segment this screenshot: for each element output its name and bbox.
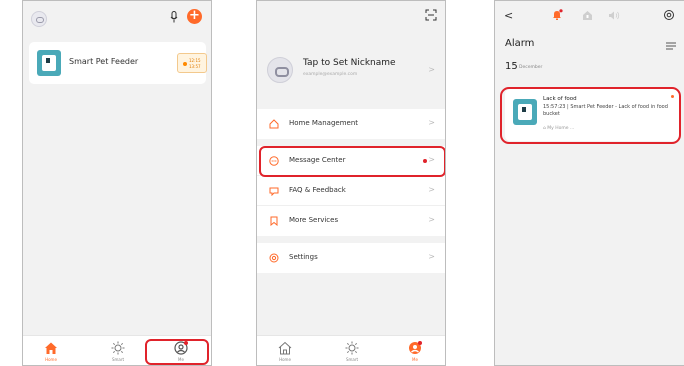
date-day: 15: [505, 61, 518, 72]
chevron-right-icon: >: [428, 215, 435, 224]
tab-home-label: Home: [279, 357, 291, 362]
top-bar: <: [495, 1, 684, 33]
bell-icon[interactable]: [551, 9, 563, 21]
back-icon[interactable]: <: [504, 9, 513, 22]
menu-label: FAQ & Feedback: [289, 186, 346, 194]
pet-feeder-icon: [37, 50, 61, 76]
menu-group-home: Home Management >: [257, 109, 445, 139]
tab-home[interactable]: Home: [31, 336, 71, 365]
profile-section[interactable]: Tap to Set Nickname example@example.com …: [257, 41, 445, 97]
chevron-right-icon: >: [428, 185, 435, 194]
menu-item-faq-feedback[interactable]: FAQ & Feedback >: [257, 176, 445, 206]
date-month: December: [519, 65, 543, 70]
microphone-icon[interactable]: [170, 11, 178, 23]
tab-smart[interactable]: Smart: [332, 336, 372, 365]
device-status-badge[interactable]: 12:15 13:57: [177, 53, 207, 73]
feedback-icon: [269, 187, 279, 196]
menu-item-settings[interactable]: Settings >: [257, 243, 445, 273]
avatar[interactable]: [267, 57, 293, 83]
home-screen: + Smart Pet Feeder 12:15 13:57 Home Smar…: [22, 0, 212, 366]
add-device-icon[interactable]: +: [187, 9, 202, 24]
tab-me[interactable]: Me: [395, 336, 435, 365]
email: example@example.com: [303, 72, 358, 77]
menu-label: Home Management: [289, 119, 359, 127]
menu-label: More Services: [289, 216, 339, 224]
speaker-icon[interactable]: [608, 10, 620, 21]
tab-bar: Home Smart Me: [257, 335, 445, 365]
house-icon: [269, 119, 279, 129]
chevron-right-icon: >: [428, 118, 435, 127]
device-card[interactable]: Smart Pet Feeder 12:15 13:57: [29, 42, 207, 84]
top-bar: +: [23, 1, 211, 33]
chevron-right-icon: >: [428, 252, 435, 261]
highlight-box: [145, 339, 209, 365]
menu-group-settings: Settings >: [257, 243, 445, 273]
tab-smart-label: Smart: [111, 357, 125, 362]
me-screen: Tap to Set Nickname example@example.com …: [256, 0, 446, 366]
home-icon: [278, 341, 292, 355]
menu-item-home-management[interactable]: Home Management >: [257, 109, 445, 139]
home-icon: [45, 342, 57, 354]
tab-smart[interactable]: Smart: [98, 336, 138, 365]
menu-label: Settings: [289, 253, 318, 261]
highlight-box: [500, 87, 681, 144]
settings-icon[interactable]: [663, 9, 675, 21]
highlight-box: [259, 146, 445, 177]
tab-home-label: Home: [45, 357, 57, 362]
avatar-icon[interactable]: [31, 11, 47, 27]
tab-smart-label: Smart: [345, 357, 359, 362]
tab-me-label: Me: [412, 357, 418, 362]
status-dot-icon: [183, 62, 187, 66]
scan-icon[interactable]: [425, 9, 437, 21]
settings-icon: [269, 253, 279, 263]
home-alert-icon[interactable]: [582, 10, 593, 21]
alarm-screen: < Alarm 15 December Lack of food 15:57:2…: [494, 0, 684, 366]
badge-time-1: 12:15: [189, 58, 201, 63]
sun-icon: [345, 341, 359, 355]
bookmark-icon: [270, 216, 278, 226]
badge-time-2: 13:57: [189, 64, 201, 69]
tab-home[interactable]: Home: [265, 336, 305, 365]
page-title: Alarm: [505, 38, 535, 49]
nickname[interactable]: Tap to Set Nickname: [303, 58, 396, 68]
menu-item-more-services[interactable]: More Services >: [257, 206, 445, 236]
filter-list-icon[interactable]: [666, 42, 676, 50]
chevron-right-icon: >: [428, 65, 435, 74]
device-name: Smart Pet Feeder: [69, 57, 139, 66]
sun-icon: [111, 341, 125, 355]
user-icon: [409, 341, 422, 354]
